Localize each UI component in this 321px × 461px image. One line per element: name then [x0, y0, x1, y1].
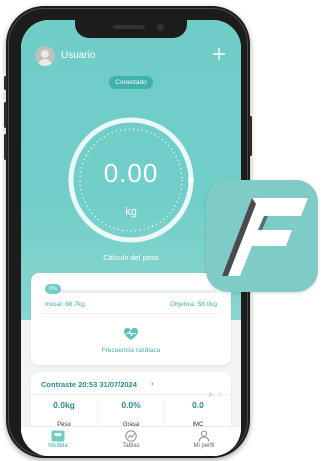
tab-medida[interactable]: Medida — [33, 430, 83, 449]
goal-progress-bar — [45, 290, 217, 293]
scale-icon — [51, 430, 65, 442]
progress-percent-badge: 0% — [45, 284, 61, 294]
avatar-head — [41, 50, 49, 58]
metric-fat: 0.0% Grasa — [98, 400, 164, 429]
metric-value: 0.0 — [192, 400, 204, 410]
tab-label: Tablas — [122, 443, 140, 449]
person-icon — [198, 430, 210, 442]
app-logo-icon — [206, 180, 318, 292]
app-logo-mark — [222, 198, 308, 276]
phone-notch — [75, 20, 187, 38]
silent-switch — [4, 76, 7, 90]
tab-label: Mi perfil — [193, 443, 215, 449]
metric-bmi: 0.0 IMC — [165, 400, 231, 429]
username-label[interactable]: Usuario — [61, 50, 95, 61]
power-button — [249, 116, 252, 156]
metric-value: 0.0kg — [53, 400, 75, 410]
chevron-right-icon[interactable]: › — [151, 379, 154, 388]
metric-value: 0.0% — [121, 400, 141, 410]
speaker-grille — [113, 25, 145, 29]
avatar[interactable] — [35, 46, 55, 66]
page-indicator — [207, 383, 221, 401]
goal-progress-card: 0% Inicial: 66.7kg Objetiva: 58.0kg Frec… — [31, 273, 231, 365]
tab-tablas[interactable]: Tablas — [106, 430, 156, 449]
avatar-shoulders — [38, 59, 52, 66]
divider — [31, 394, 231, 395]
contrast-title[interactable]: Contraste 20:53 31/07/2024 — [41, 380, 137, 389]
heart-pulse-icon[interactable] — [123, 327, 139, 341]
volume-up-button — [4, 102, 7, 128]
tab-mi-perfil[interactable]: Mi perfil — [179, 430, 229, 449]
chart-icon — [125, 430, 137, 442]
tab-label: Medida — [48, 443, 68, 449]
heart-rate-label[interactable]: Frecuencia cardiaca — [31, 347, 231, 354]
divider — [41, 313, 221, 314]
goal-weight-label: Objetiva: 58.0kg — [170, 301, 217, 308]
plus-icon — [213, 48, 225, 60]
add-button[interactable] — [207, 42, 231, 66]
metric-weight: 0.0kg Peso — [31, 400, 97, 429]
connection-status-badge: Conectado — [109, 76, 153, 89]
bottom-tab-bar: Medida Tablas Mi perfil — [21, 426, 241, 456]
front-camera — [157, 24, 164, 31]
weight-unit: kg — [125, 206, 137, 218]
volume-down-button — [4, 134, 7, 160]
weight-value: 0.00 — [103, 158, 159, 188]
initial-weight-label: Inicial: 66.7kg — [45, 301, 85, 308]
